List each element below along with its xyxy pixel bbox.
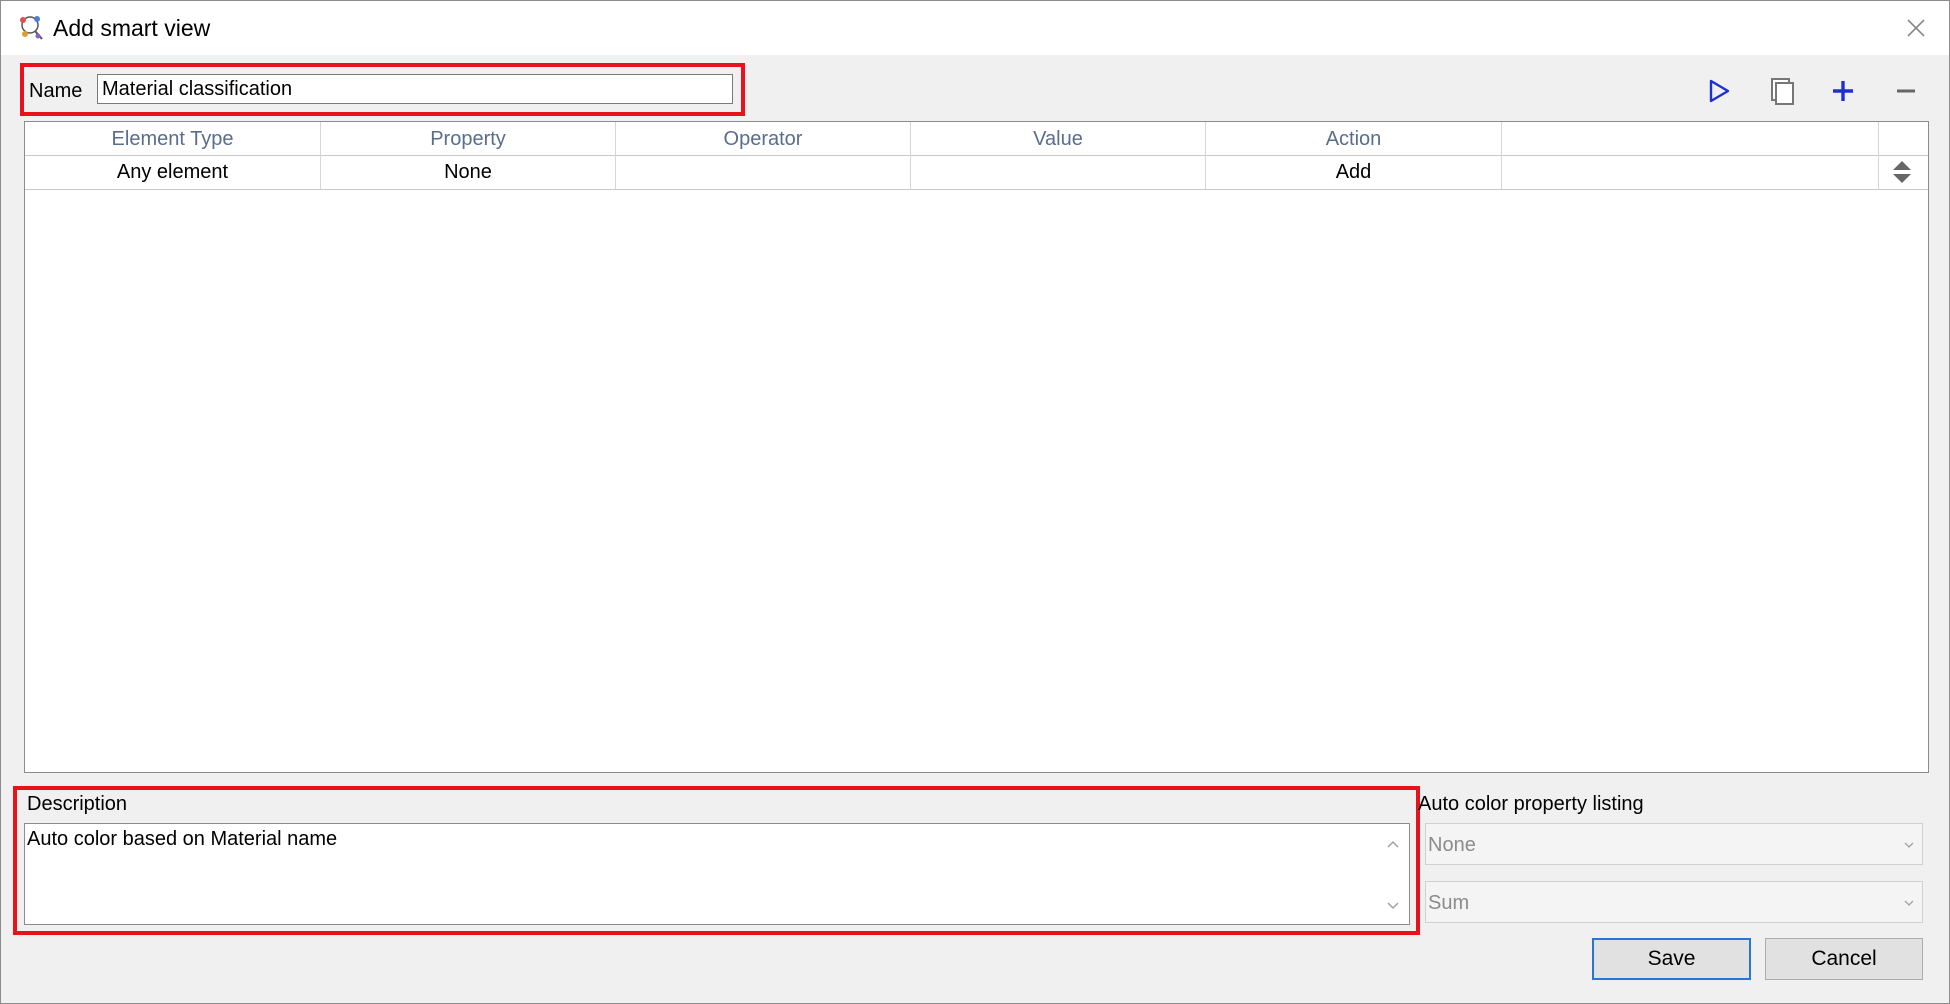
description-textarea[interactable]: Auto color based on Material name bbox=[24, 823, 1410, 925]
cell-blank bbox=[1502, 155, 1879, 189]
column-header-blank bbox=[1502, 122, 1879, 155]
auto-color-label: Auto color property listing bbox=[1418, 793, 1644, 815]
title-bar: Add smart view bbox=[1, 1, 1949, 55]
column-header-action[interactable]: Action bbox=[1206, 122, 1502, 155]
grid-header: Element Type Property Operator Value Act… bbox=[25, 122, 1928, 156]
chevron-down-icon bbox=[1902, 896, 1916, 910]
run-button[interactable] bbox=[1701, 73, 1737, 109]
remove-row-button[interactable] bbox=[1888, 73, 1924, 109]
copy-icon bbox=[1771, 78, 1794, 105]
column-header-element-type[interactable]: Element Type bbox=[25, 122, 321, 155]
dialog-window: Add smart view Name Material classificat… bbox=[0, 0, 1950, 1004]
add-row-button[interactable] bbox=[1825, 73, 1861, 109]
auto-color-property-value: None bbox=[1428, 834, 1476, 856]
name-input[interactable] bbox=[97, 74, 733, 104]
play-icon bbox=[1709, 79, 1730, 103]
save-button[interactable]: Save bbox=[1592, 938, 1751, 980]
minus-icon bbox=[1897, 89, 1915, 93]
cell-operator[interactable] bbox=[616, 155, 911, 189]
cell-action[interactable]: Add bbox=[1206, 155, 1502, 189]
table-row[interactable]: Any element None Add bbox=[25, 155, 1928, 190]
chevron-down-icon bbox=[1902, 838, 1916, 852]
plus-icon bbox=[1833, 81, 1853, 101]
auto-color-aggregate-value: Sum bbox=[1428, 892, 1470, 914]
description-label: Description bbox=[27, 793, 128, 815]
reorder-arrows-icon[interactable] bbox=[1889, 159, 1915, 185]
cell-value[interactable] bbox=[911, 155, 1206, 189]
description-scrollbar[interactable] bbox=[1377, 824, 1409, 924]
cell-property[interactable]: None bbox=[321, 155, 616, 189]
column-header-value[interactable]: Value bbox=[911, 122, 1206, 155]
auto-color-aggregate-select[interactable]: Sum bbox=[1425, 881, 1923, 923]
name-label: Name bbox=[29, 80, 83, 102]
scroll-down-icon[interactable] bbox=[1383, 896, 1403, 916]
column-header-operator[interactable]: Operator bbox=[616, 122, 911, 155]
auto-color-property-select[interactable]: None bbox=[1425, 823, 1923, 865]
cell-element-type[interactable]: Any element bbox=[25, 155, 321, 189]
cancel-button[interactable]: Cancel bbox=[1765, 938, 1923, 980]
scroll-up-icon[interactable] bbox=[1383, 834, 1403, 854]
smart-view-app-icon bbox=[17, 14, 45, 42]
close-icon[interactable] bbox=[1901, 13, 1931, 43]
rules-grid: Element Type Property Operator Value Act… bbox=[24, 121, 1929, 773]
window-title: Add smart view bbox=[53, 15, 211, 41]
description-text: Auto color based on Material name bbox=[27, 828, 338, 850]
column-header-property[interactable]: Property bbox=[321, 122, 616, 155]
copy-button[interactable] bbox=[1763, 73, 1799, 109]
